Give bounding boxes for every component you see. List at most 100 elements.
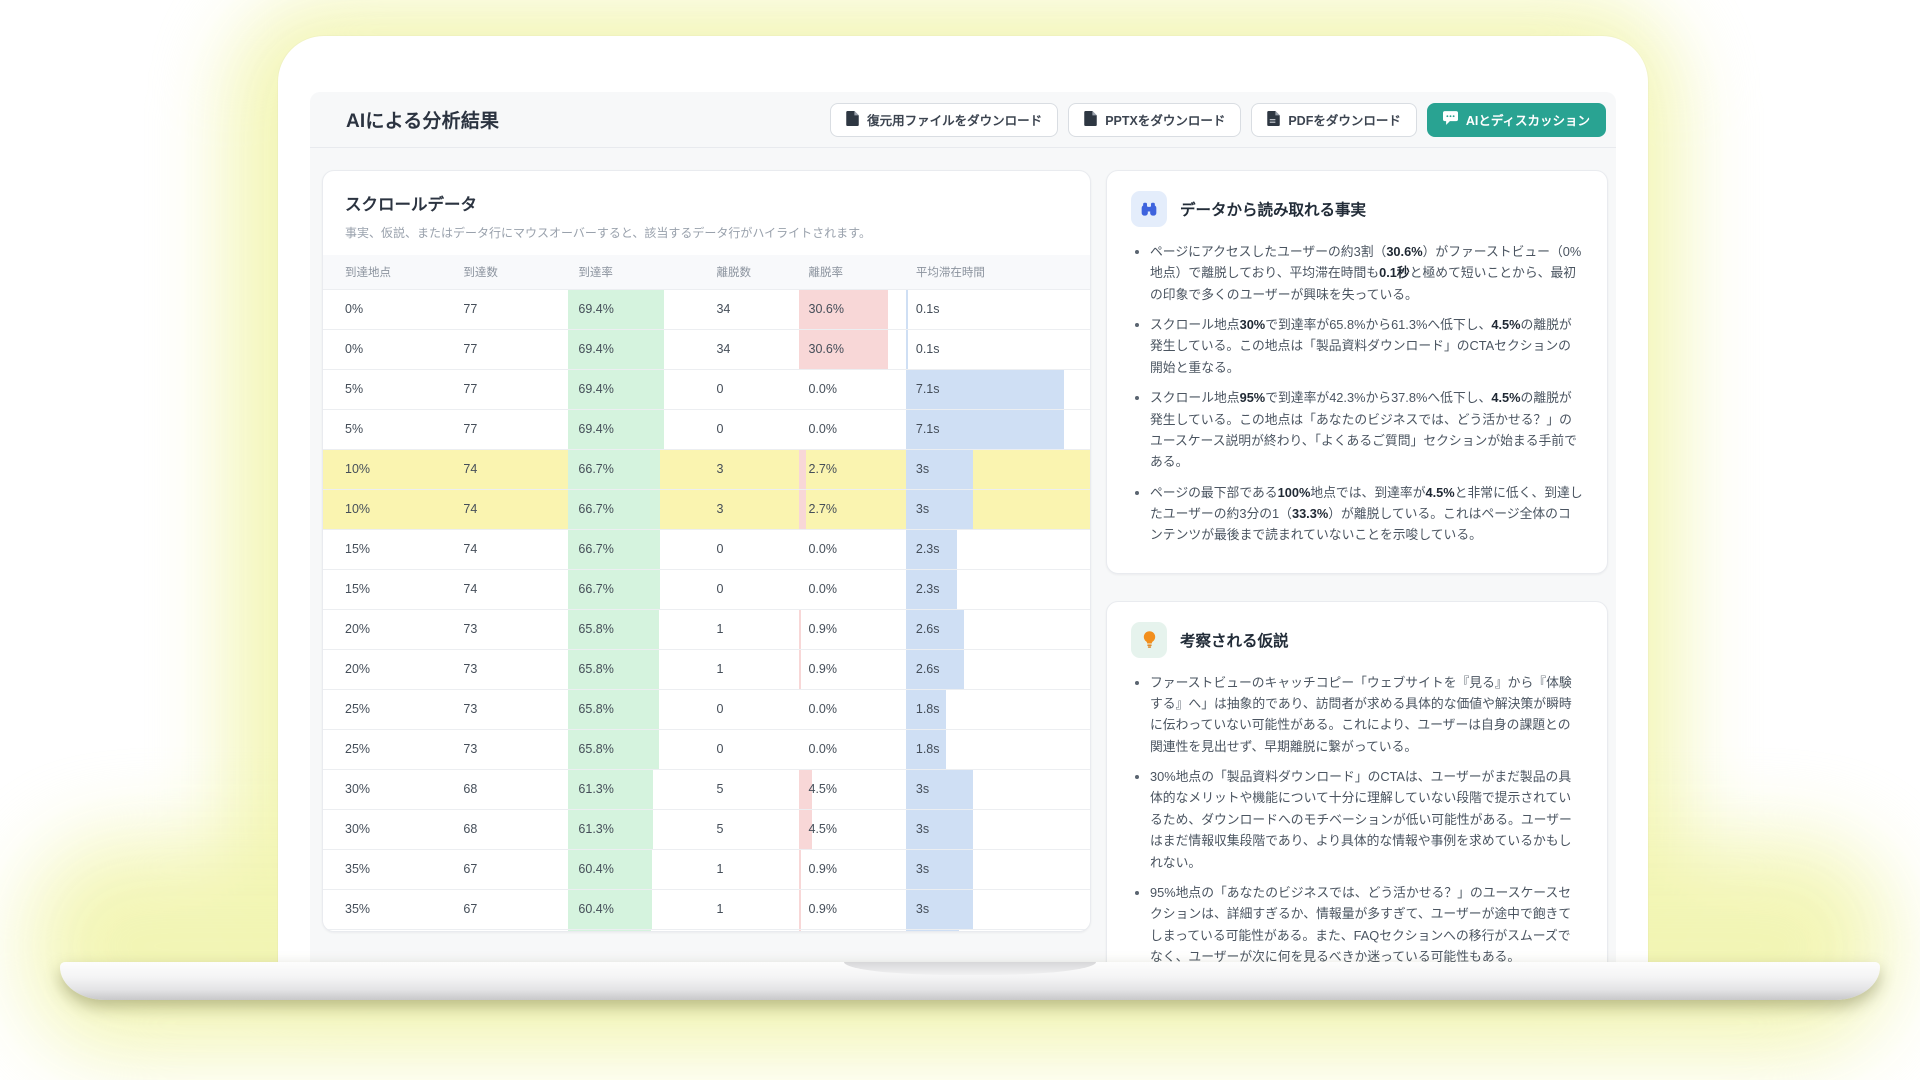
laptop-base-notch (844, 962, 1096, 975)
table-cell: 35% (323, 889, 453, 929)
binoculars-icon (1131, 191, 1167, 227)
table-cell: 0.0% (799, 369, 906, 409)
table-cell: 1.8s (906, 729, 1090, 769)
table-cell: 34 (706, 329, 798, 369)
table-cell: 0.9% (799, 609, 906, 649)
table-cell: 3 (706, 489, 798, 529)
table-cell: 3s (906, 849, 1090, 889)
table-cell: 3s (906, 889, 1090, 929)
table-cell: 66.7% (568, 569, 706, 609)
table-row[interactable]: 25%7365.8%00.0%1.8s (323, 729, 1090, 769)
table-cell: 1 (706, 609, 798, 649)
fact-item: ページにアクセスしたユーザーの約3割（30.6%）がファーストビュー（0%地点）… (1150, 241, 1583, 305)
table-cell: 3s (906, 489, 1090, 529)
table-cell: 25% (323, 729, 453, 769)
file-icon (846, 111, 859, 129)
table-cell: 0.0% (799, 689, 906, 729)
chat-icon (1443, 111, 1458, 128)
table-cell: 61.3% (568, 809, 706, 849)
table-cell: 77 (453, 329, 568, 369)
table-row[interactable]: 0%7769.4%3430.6%0.1s (323, 329, 1090, 369)
table-row[interactable]: 15%7466.7%00.0%2.3s (323, 569, 1090, 609)
download-pptx-button[interactable]: PPTXをダウンロード (1068, 103, 1241, 137)
table-cell: 15% (323, 529, 453, 569)
table-row[interactable]: 10%7466.7%32.7%3s (323, 489, 1090, 529)
table-cell: 3s (906, 809, 1090, 849)
table-row[interactable]: 0%7769.4%3430.6%0.1s (323, 289, 1090, 329)
hypotheses-card-header: 考察される仮説 (1131, 622, 1583, 658)
table-cell: 73 (453, 729, 568, 769)
download-pdf-button[interactable]: PDFをダウンロード (1251, 103, 1417, 137)
table-cell (906, 929, 1090, 932)
table-cell: 60.4% (568, 849, 706, 889)
table-header-row: 到達地点到達数到達率離脱数離脱率平均滞在時間 (323, 255, 1090, 289)
table-cell: 68 (453, 769, 568, 809)
table-cell: 15% (323, 569, 453, 609)
table-cell: 10% (323, 489, 453, 529)
table-row[interactable]: 35%6760.4%10.9%3s (323, 889, 1090, 929)
value-bar (799, 850, 802, 889)
table-row[interactable]: 5%7769.4%00.0%7.1s (323, 369, 1090, 409)
table-cell: 65.8% (568, 689, 706, 729)
table-cell: 69.4% (568, 409, 706, 449)
table-cell: 74 (453, 569, 568, 609)
table-row[interactable]: 15%7466.7%00.0%2.3s (323, 529, 1090, 569)
table-cell: 2.6s (906, 649, 1090, 689)
scroll-data-title: スクロールデータ (323, 191, 1090, 215)
laptop-base (60, 962, 1880, 1000)
lightbulb-icon (1131, 622, 1167, 658)
table-cell: 0.9% (799, 649, 906, 689)
ai-discussion-button[interactable]: AIとディスカッション (1427, 103, 1606, 137)
facts-card-header: データから読み取れる事実 (1131, 191, 1583, 227)
table-cell (706, 929, 798, 932)
table-row[interactable]: 30%6861.3%54.5%3s (323, 769, 1090, 809)
table-cell: 0.0% (799, 569, 906, 609)
file-icon (1084, 111, 1097, 129)
table-row[interactable]: 20%7365.8%10.9%2.6s (323, 609, 1090, 649)
facts-card: データから読み取れる事実 ページにアクセスしたユーザーの約3割（30.6%）がフ… (1106, 170, 1608, 574)
column-header: 到達地点 (323, 255, 453, 289)
value-bar (568, 930, 651, 933)
table-row[interactable]: 35%6760.4%10.9%3s (323, 849, 1090, 889)
table-row[interactable]: 30%6861.3%54.5%3s (323, 809, 1090, 849)
fact-item: スクロール地点95%で到達率が42.3%から37.8%へ低下し、4.5%の離脱が… (1150, 387, 1583, 472)
table-cell: 73 (453, 689, 568, 729)
table-cell: 74 (453, 529, 568, 569)
column-header: 平均滞在時間 (906, 255, 1090, 289)
table-cell: 74 (453, 449, 568, 489)
table-cell: 4.5% (799, 769, 906, 809)
table-cell: 65.8% (568, 729, 706, 769)
table-cell: 0.1s (906, 289, 1090, 329)
table-cell: 30% (323, 809, 453, 849)
table-cell: 1 (706, 649, 798, 689)
value-bar (906, 930, 960, 933)
table-row[interactable]: 20%7365.8%10.9%2.6s (323, 649, 1090, 689)
table-cell: 68 (453, 809, 568, 849)
column-header: 離脱数 (706, 255, 798, 289)
table-cell: 74 (453, 489, 568, 529)
download-restore-file-button[interactable]: 復元用ファイルをダウンロード (830, 103, 1058, 137)
table-cell: 0 (706, 569, 798, 609)
scroll-data-subtitle: 事実、仮説、またはデータ行にマウスオーバーすると、該当するデータ行がハイライトさ… (323, 224, 1090, 241)
table-cell: 0 (706, 729, 798, 769)
table-row[interactable]: 10%7466.7%32.7%3s (323, 449, 1090, 489)
fact-item: ページの最下部である100%地点では、到達率が4.5%と非常に低く、到達したユー… (1150, 482, 1583, 546)
value-bar (799, 890, 802, 929)
table-cell: 69.4% (568, 329, 706, 369)
table-cell: 0.0% (799, 729, 906, 769)
laptop-screen: AIによる分析結果 復元用ファイルをダウンロード PPTXをダウンロード PDF… (278, 36, 1648, 962)
table-cell: 5 (706, 769, 798, 809)
table-cell: 0% (323, 329, 453, 369)
value-bar (799, 930, 802, 933)
table-row[interactable] (323, 929, 1090, 932)
table-row[interactable]: 5%7769.4%00.0%7.1s (323, 409, 1090, 449)
page-background: AIによる分析結果 復元用ファイルをダウンロード PPTXをダウンロード PDF… (0, 0, 1920, 1080)
table-row[interactable]: 25%7365.8%00.0%1.8s (323, 689, 1090, 729)
fact-item: スクロール地点30%で到達率が65.8%から61.3%へ低下し、4.5%の離脱が… (1150, 314, 1583, 378)
table-cell: 7.1s (906, 409, 1090, 449)
value-bar (799, 490, 807, 529)
table-cell: 2.7% (799, 489, 906, 529)
value-bar (799, 450, 807, 489)
table-cell: 35% (323, 849, 453, 889)
table-cell: 77 (453, 289, 568, 329)
